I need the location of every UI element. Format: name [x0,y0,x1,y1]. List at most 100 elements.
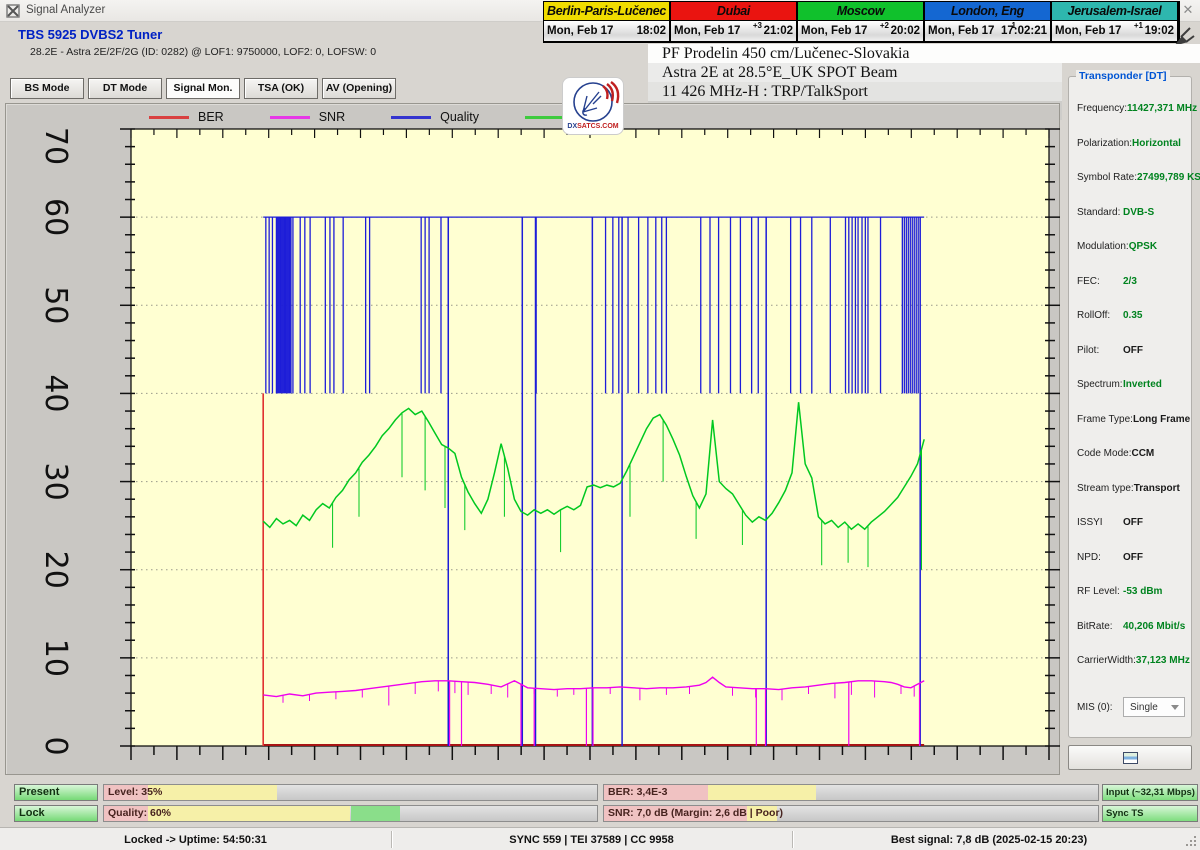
mode-buttons: BS Mode DT Mode Signal Mon. TSA (OK) AV … [10,78,396,99]
clock-time: 21:02 [764,25,793,37]
legend-label: SNR [319,110,345,124]
app-icon [6,4,20,18]
transponder-row: Standard: DVB-S [1077,207,1185,221]
transponder-group-title: Transponder [DT] [1076,70,1170,82]
transponder-field-label: Modulation: [1077,241,1129,255]
clock-date: Mon, Feb 17 [674,25,740,37]
close-icon[interactable]: ✕ [1180,2,1196,18]
transponder-field-label: Pilot: [1077,345,1099,359]
legend-line-swatch [525,116,565,119]
transponder-field-label: ISSYI [1077,517,1103,531]
transponder-row: Modulation: QPSK [1077,241,1185,255]
transponder-field-value: Inverted [1123,379,1185,393]
clock-time-row: Mon, Feb 17 18:02 [544,21,669,41]
clock-date: Mon, Feb 17 [1055,25,1121,37]
clock-utc-offset: +2 [880,21,889,30]
info-line-transponder: 11 426 MHz-H : TRP/TalkSport [648,82,1062,101]
transponder-field-label: Standard: [1077,207,1120,221]
transponder-field-label: NPD: [1077,552,1101,566]
transponder-field-label: Frequency: [1077,103,1127,117]
transponder-row: Polarization: Horizontal [1077,138,1185,152]
clock-time-row: Mon, Feb 17 +3 21:02 [671,21,796,41]
clock-date: Mon, Feb 17 [801,25,867,37]
legend-line-swatch [270,116,310,119]
status-uptime: Locked -> Uptime: 54:50:31 [0,828,391,850]
world-clock: Moscow Mon, Feb 17 +2 20:02 [798,2,925,42]
snr-progress-label: SNR: 7,0 dB (Margin: 2,6 dB | Poor) [608,807,783,819]
dxsatcs-logo: DXSATCS.COM [562,77,624,135]
legend-item: BER [149,110,224,124]
mode-button[interactable]: AV (Opening) [322,78,396,99]
world-clock: London, Eng Mon, Feb 17 -1 17:02:21 [925,2,1052,42]
clock-time-row: Mon, Feb 17 -1 17:02:21 [925,21,1050,41]
world-clock: Berlin-Paris-Lučenec Mon, Feb 17 18:02 [544,2,671,42]
mis-row: MIS (0): Single [1077,697,1185,717]
transponder-field-value: 2/3 [1123,276,1185,290]
svg-text:70: 70 [38,127,73,165]
transponder-row: BitRate: 40,206 Mbit/s [1077,621,1185,635]
transponder-field-value: DVB-S [1123,207,1185,221]
window-title: Signal Analyzer [26,4,105,16]
transponder-row: Symbol Rate: 27499,789 KS/s [1077,172,1185,186]
lock-indicator: Lock [14,805,98,822]
mode-button[interactable]: BS Mode [10,78,84,99]
transponder-field-value: -53 dBm [1123,586,1185,600]
level-progress-label: Level: 35% [108,786,162,798]
clock-date: Mon, Feb 17 [928,25,994,37]
present-indicator: Present [14,784,98,801]
info-line-dish: PF Prodelin 450 cm/Lučenec-Slovakia [648,44,1200,63]
clock-city-label: Moscow [798,2,923,21]
snr-progress-bar: SNR: 7,0 dB (Margin: 2,6 dB | Poor) [603,805,1099,822]
transponder-field-label: Frame Type: [1077,414,1133,428]
resize-grip[interactable] [1185,835,1198,848]
status-bar: Locked -> Uptime: 54:50:31 SYNC 559 | TE… [0,827,1200,850]
signal-chart-widget: BER SNR Quality Level 010203040506070 [5,103,1060,775]
clock-city-label: London, Eng [925,2,1050,21]
mode-button[interactable]: TSA (OK) [244,78,318,99]
info-line-satellite: Astra 2E at 28.5°E_UK SPOT Beam [648,63,1062,82]
transponder-row: Frame Type: Long Frame [1077,414,1185,428]
transponder-field-value: OFF [1123,517,1185,531]
clock-time: 20:02 [891,25,920,37]
transponder-row: RollOff: 0.35 [1077,310,1185,324]
svg-text:20: 20 [38,551,73,589]
legend-item: Quality [391,110,479,124]
svg-text:50: 50 [38,286,73,324]
legend-label: BER [198,110,224,124]
mis-dropdown[interactable]: Single [1123,697,1185,717]
transponder-row: RF Level: -53 dBm [1077,586,1185,600]
status-counters: SYNC 559 | TEI 37589 | CC 9958 [391,828,792,850]
tuner-name: TBS 5925 DVBS2 Tuner [18,27,162,42]
quality-progress-label: Quality: 60% [108,807,171,819]
clock-city-label: Jerusalem-Israel [1052,2,1177,21]
transponder-field-label: RF Level: [1077,586,1120,600]
transponder-row: Frequency: 11427,371 MHz [1077,103,1185,117]
legend-line-swatch [391,116,431,119]
transponder-field-label: Symbol Rate: [1077,172,1137,186]
transponder-row: Code Mode: CCM [1077,448,1185,462]
legend-item: SNR [270,110,345,124]
svg-text:10: 10 [38,639,73,677]
mode-button[interactable]: Signal Mon. [166,78,240,99]
quality-progress-bar: Quality: 60% [103,805,598,822]
svg-text:0: 0 [38,736,73,755]
transponder-field-value: 37,123 MHz [1136,655,1190,669]
clock-utc-offset: +3 [753,21,762,30]
clock-time-row: Mon, Feb 17 +1 19:02 [1052,21,1177,41]
legend-label: Quality [440,110,479,124]
transponder-field-value: OFF [1123,552,1185,566]
signal-chart: 010203040506070 [6,104,1061,776]
clock-time-row: Mon, Feb 17 +2 20:02 [798,21,923,41]
transponder-row: FEC: 2/3 [1077,276,1185,290]
transponder-field-value: 0.35 [1123,310,1185,324]
chevron-down-icon [1171,705,1179,710]
transponder-row: ISSYI OFF [1077,517,1185,531]
ts-tool-button[interactable] [1068,745,1192,770]
level-progress-bar: Level: 35% [103,784,598,801]
transponder-row: CarrierWidth: 37,123 MHz [1077,655,1185,669]
sync-ts-indicator: Sync TS [1102,805,1198,822]
world-clock: Jerusalem-Israel Mon, Feb 17 +1 19:02 [1052,2,1179,42]
svg-text:40: 40 [38,374,73,412]
mode-button[interactable]: DT Mode [88,78,162,99]
clock-time: 18:02 [637,25,666,37]
